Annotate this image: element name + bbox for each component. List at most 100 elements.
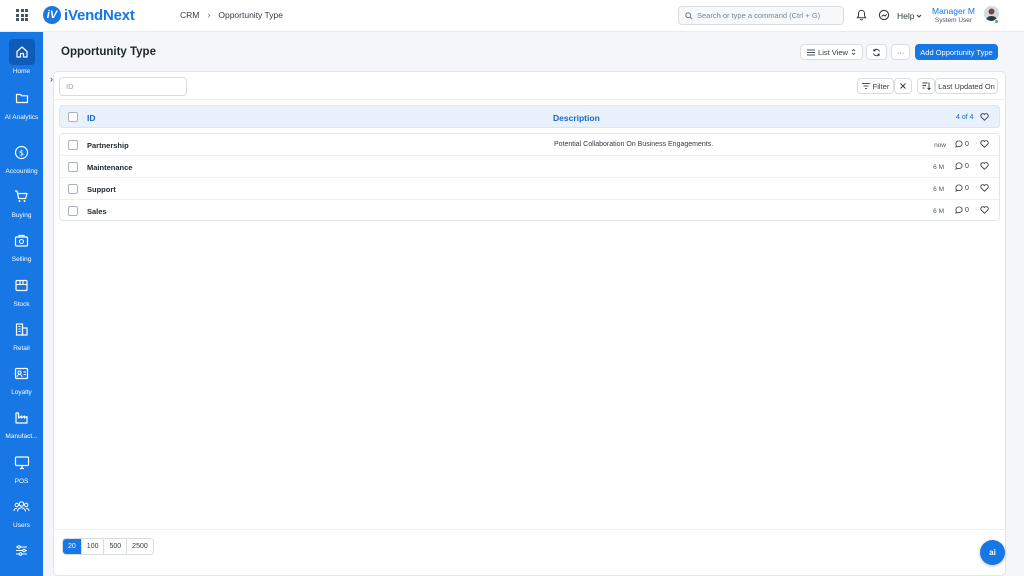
sidebar-item-label: Buying	[11, 212, 32, 219]
user-menu[interactable]: Manager M System User	[932, 6, 975, 24]
row-checkbox[interactable]	[68, 184, 78, 194]
logo[interactable]: iV iVendNext	[43, 6, 135, 24]
apps-grid-icon[interactable]	[16, 9, 28, 21]
sidebar-item-label: Manufact...	[5, 433, 38, 440]
heart-icon[interactable]	[980, 162, 989, 170]
heart-icon[interactable]	[980, 206, 989, 214]
breadcrumb-opportunity-type[interactable]: Opportunity Type	[218, 10, 283, 20]
row-checkbox[interactable]	[68, 162, 78, 172]
heart-icon[interactable]	[980, 113, 989, 121]
row-comments[interactable]: 0	[955, 140, 969, 148]
dollar-icon: $	[9, 139, 35, 165]
separator-dot: ·	[975, 184, 978, 191]
page-size-20[interactable]: 20	[63, 539, 82, 554]
row-checkbox[interactable]	[68, 140, 78, 150]
page-size-500[interactable]: 500	[104, 539, 128, 554]
sidebar-item-home[interactable]: Home	[0, 39, 43, 76]
column-header-id[interactable]: ID	[87, 113, 96, 123]
page-title: Opportunity Type	[61, 46, 156, 58]
logo-text: iVendNext	[64, 6, 135, 24]
sidebar-item-retail[interactable]: Retail	[0, 316, 43, 353]
support-icon[interactable]	[878, 9, 890, 21]
filter-button[interactable]: Filter	[857, 78, 894, 94]
breadcrumb-crm[interactable]: CRM	[180, 10, 199, 20]
filter-label: Filter	[872, 81, 890, 91]
list-body: Partnership Potential Collaboration On B…	[59, 133, 1000, 221]
selling-icon	[9, 227, 35, 253]
select-all-checkbox[interactable]	[68, 112, 78, 122]
sidebar-item-ai-analytics[interactable]: AI Analytics	[0, 85, 43, 122]
row-updated: 6 M	[933, 164, 944, 171]
sidebar-item-stock[interactable]: Stock	[0, 272, 43, 309]
comment-icon	[955, 140, 963, 148]
sort-direction-button[interactable]	[917, 78, 935, 94]
sidebar-item-buying[interactable]: Buying	[0, 183, 43, 220]
row-comments[interactable]: 0	[955, 184, 969, 192]
list-view-label: List View	[818, 47, 848, 57]
refresh-button[interactable]	[866, 44, 887, 60]
search-icon	[685, 11, 693, 20]
sidebar-item-settings[interactable]	[0, 537, 43, 563]
row-updated: 6 M	[933, 186, 944, 193]
page-size-selector: 20 100 500 2500	[62, 538, 154, 555]
help-menu[interactable]: Help	[897, 11, 922, 21]
footer-divider	[54, 529, 1005, 530]
add-opportunity-type-button[interactable]: Add Opportunity Type	[915, 44, 998, 60]
bell-icon[interactable]	[856, 9, 867, 21]
row-id[interactable]: Support	[87, 185, 116, 194]
heart-icon[interactable]	[980, 184, 989, 192]
sidebar-item-selling[interactable]: Selling	[0, 227, 43, 264]
page-size-100[interactable]: 100	[81, 539, 105, 554]
users-icon	[9, 493, 35, 519]
sidebar-item-manufacturing[interactable]: Manufact...	[0, 404, 43, 441]
sidebar-item-label: Stock	[13, 301, 30, 308]
factory-icon	[9, 404, 35, 430]
sidebar-item-label: POS	[14, 478, 29, 485]
sidebar-item-loyalty[interactable]: Loyalty	[0, 360, 43, 397]
row-comments[interactable]: 0	[955, 162, 969, 170]
row-id[interactable]: Sales	[87, 207, 107, 216]
home-icon	[8, 39, 35, 65]
separator-dot: ·	[975, 206, 978, 213]
sidebar-item-pos[interactable]: POS	[0, 449, 43, 486]
cart-icon	[9, 183, 35, 209]
close-icon	[900, 83, 906, 89]
row-updated: now	[934, 142, 946, 149]
sidebar-item-label: Selling	[11, 256, 32, 263]
sort-label: Last Updated On	[938, 81, 995, 91]
box-icon	[9, 272, 35, 298]
logo-mark-icon: iV	[43, 6, 61, 24]
search-input[interactable]	[697, 11, 837, 20]
clear-filter-button[interactable]	[894, 78, 912, 94]
filter-icon	[861, 83, 870, 89]
sidebar-item-accounting[interactable]: $ Accounting	[0, 139, 43, 176]
sort-by-button[interactable]: Last Updated On	[935, 78, 998, 94]
more-options-button[interactable]: ···	[891, 44, 910, 60]
search-bar[interactable]	[678, 6, 844, 25]
monitor-icon	[9, 449, 35, 475]
retail-icon	[9, 316, 35, 342]
result-count: 4 of 4	[956, 114, 974, 121]
comment-count: 0	[965, 184, 969, 192]
row-comments[interactable]: 0	[955, 206, 969, 214]
top-bar: iV iVendNext CRM › Opportunity Type Help…	[0, 0, 1024, 32]
heart-icon[interactable]	[980, 140, 989, 148]
column-header-description[interactable]: Description	[553, 113, 600, 123]
id-filter-input[interactable]	[59, 77, 187, 96]
row-checkbox[interactable]	[68, 206, 78, 216]
table-row[interactable]: Maintenance 6 M 0 ·	[60, 156, 999, 178]
more-icon: ···	[896, 47, 905, 57]
ai-assistant-button[interactable]: ai	[980, 540, 1005, 565]
table-row[interactable]: Partnership Potential Collaboration On B…	[60, 134, 999, 156]
sidebar-item-label: Home	[12, 68, 31, 75]
table-row[interactable]: Sales 6 M 0 ·	[60, 200, 999, 222]
row-id[interactable]: Partnership	[87, 141, 129, 150]
page-size-2500[interactable]: 2500	[127, 539, 153, 554]
online-status-dot	[994, 19, 999, 24]
row-id[interactable]: Maintenance	[87, 163, 132, 172]
list-view-button[interactable]: List View	[800, 44, 863, 60]
chevron-right-icon[interactable]: ›	[50, 74, 53, 84]
table-row[interactable]: Support 6 M 0 ·	[60, 178, 999, 200]
sidebar-item-label: Accounting	[5, 168, 38, 175]
sidebar-item-users[interactable]: Users	[0, 493, 43, 530]
